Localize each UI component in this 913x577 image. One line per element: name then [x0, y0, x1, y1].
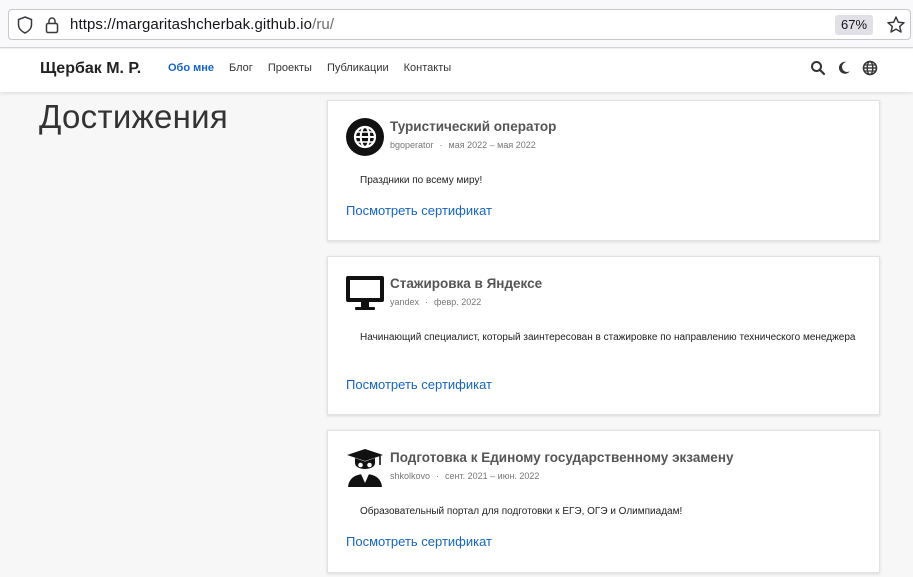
- view-certificate-link[interactable]: Посмотреть сертификат: [346, 203, 492, 218]
- graduate-icon: [347, 449, 383, 487]
- view-certificate-link[interactable]: Посмотреть сертификат: [346, 377, 492, 392]
- card-dates: февр. 2022: [434, 297, 482, 307]
- address-bar[interactable]: https://margaritashcherbak.github.io/ru/…: [8, 9, 911, 40]
- card-title: Стажировка в Яндексе: [390, 276, 543, 291]
- card-description: Праздники по всему миру!: [360, 175, 483, 186]
- bookmark-star-icon[interactable]: [886, 15, 906, 35]
- nav-item-about[interactable]: Обо мне: [168, 62, 214, 74]
- card-organization: shkolkovo: [390, 471, 431, 481]
- card-meta: yandex · февр. 2022: [390, 297, 482, 307]
- nav-item-contacts[interactable]: Контакты: [404, 62, 452, 74]
- achievement-card: Подготовка к Единому государственному эк…: [327, 430, 880, 573]
- nav-item-projects[interactable]: Проекты: [268, 62, 312, 74]
- card-description: Образовательный портал для подготовки к …: [360, 506, 683, 517]
- site-header: Щербак М. Р. Обо мне Блог Проекты Публик…: [0, 49, 913, 92]
- card-meta: bgoperator · мая 2022 – мая 2022: [390, 140, 536, 150]
- view-certificate-link[interactable]: Посмотреть сертификат: [346, 534, 492, 549]
- card-meta: shkolkovo · сент. 2021 – июн. 2022: [390, 471, 540, 481]
- nav-item-blog[interactable]: Блог: [229, 62, 253, 74]
- card-organization: bgoperator: [390, 140, 434, 150]
- zoom-level-badge[interactable]: 67%: [835, 15, 873, 35]
- monitor-icon: [346, 276, 384, 310]
- page-title: Достижения: [39, 98, 229, 135]
- card-title: Подготовка к Единому государственному эк…: [390, 450, 734, 465]
- dark-mode-moon-icon[interactable]: [836, 60, 852, 76]
- search-icon[interactable]: [810, 60, 826, 76]
- globe-icon: [346, 118, 384, 156]
- card-dates: сент. 2021 – июн. 2022: [445, 471, 540, 481]
- card-dates: мая 2022 – мая 2022: [448, 140, 536, 150]
- card-title: Туристический оператор: [390, 119, 557, 134]
- url-text[interactable]: https://margaritashcherbak.github.io/ru/: [70, 16, 334, 33]
- main-nav: Обо мне Блог Проекты Публикации Контакты: [168, 62, 466, 74]
- url-host: https://margaritashcherbak.github.io: [70, 16, 313, 33]
- achievement-card: Туристический оператор bgoperator · мая 20…: [327, 100, 880, 241]
- card-description: Начинающий специалист, который заинтерес…: [360, 332, 856, 343]
- shield-icon[interactable]: [17, 16, 33, 34]
- url-path: /ru/: [312, 16, 335, 33]
- achievement-card: Стажировка в Яндексе yandex · февр. 2022 Н…: [327, 256, 880, 415]
- card-organization: yandex: [390, 297, 420, 307]
- language-globe-icon[interactable]: [862, 60, 878, 76]
- site-brand[interactable]: Щербак М. Р.: [40, 60, 141, 78]
- lock-icon[interactable]: [45, 16, 59, 34]
- nav-item-publications[interactable]: Публикации: [327, 62, 389, 74]
- browser-toolbar: https://margaritashcherbak.github.io/ru/…: [0, 0, 913, 48]
